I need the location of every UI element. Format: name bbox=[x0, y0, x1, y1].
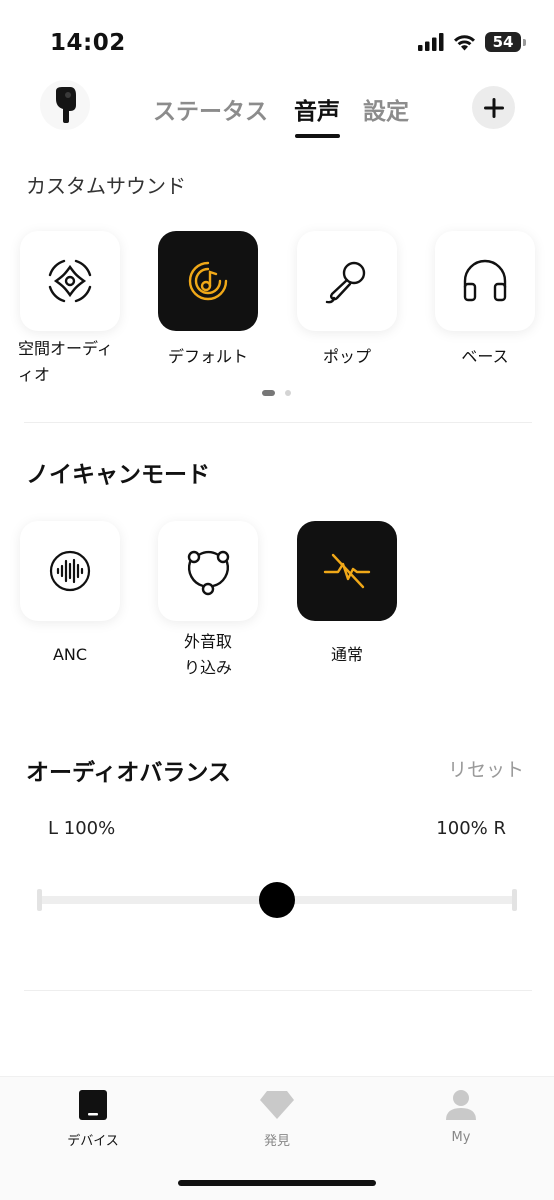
music-disc-icon bbox=[188, 261, 228, 301]
signal-icon bbox=[418, 33, 444, 51]
earbud-icon bbox=[56, 87, 76, 123]
nav-item-my[interactable]: My bbox=[421, 1088, 501, 1152]
plus-icon bbox=[483, 97, 504, 118]
diamond-icon bbox=[260, 1091, 294, 1119]
headphones-icon bbox=[463, 259, 507, 302]
section-divider bbox=[24, 422, 532, 423]
preset-spatial-audio[interactable] bbox=[20, 231, 120, 331]
mode-anc[interactable] bbox=[20, 521, 120, 621]
preset-label-spatial: 空間オーディ ィオ bbox=[18, 336, 122, 388]
microphone-icon bbox=[325, 261, 366, 304]
balance-left-label: L 100% bbox=[48, 818, 116, 839]
audio-balance-title: オーディオバランス bbox=[26, 760, 231, 786]
page-indicator-active bbox=[262, 390, 275, 396]
mode-label-line: り込み bbox=[183, 658, 232, 677]
spatial-audio-icon bbox=[48, 259, 92, 303]
preset-bass[interactable] bbox=[435, 231, 535, 331]
tab-active-underline bbox=[295, 134, 340, 138]
tab-status[interactable]: ステータス bbox=[153, 92, 268, 126]
person-icon bbox=[446, 1090, 476, 1120]
transparency-icon bbox=[187, 550, 230, 596]
preset-pop[interactable] bbox=[297, 231, 397, 331]
balance-slider-thumb[interactable] bbox=[259, 882, 295, 918]
wifi-icon bbox=[454, 35, 475, 51]
preset-label-default: デフォルト bbox=[167, 347, 248, 366]
custom-sound-title: カスタムサウンド bbox=[26, 174, 186, 198]
soundwave-icon bbox=[49, 550, 91, 592]
balance-right-label: 100% R bbox=[436, 818, 506, 839]
preset-default[interactable] bbox=[158, 231, 258, 331]
mode-label-transparency: 外音取 り込み bbox=[148, 629, 268, 681]
balance-slider-right-cap bbox=[512, 889, 517, 911]
nav-label-discover: 発見 bbox=[263, 1134, 290, 1149]
add-device-button[interactable] bbox=[472, 86, 515, 129]
nav-item-discover[interactable]: 発見 bbox=[237, 1088, 317, 1152]
preset-label-line: 空間オーディ bbox=[18, 339, 113, 358]
status-icons: 54 bbox=[418, 32, 526, 52]
battery-indicator: 54 bbox=[485, 32, 521, 52]
mode-label-normal: 通常 bbox=[330, 645, 363, 664]
section-divider bbox=[24, 990, 532, 991]
balance-slider-left-cap bbox=[37, 889, 42, 911]
normal-mode-icon bbox=[323, 553, 371, 589]
reset-button[interactable]: リセット bbox=[448, 755, 524, 782]
anc-mode-title: ノイキャンモード bbox=[26, 462, 210, 488]
mode-label-anc: ANC bbox=[52, 645, 88, 664]
mode-normal[interactable] bbox=[297, 521, 397, 621]
nav-label-device: デバイス bbox=[67, 1134, 119, 1149]
preset-label-pop: ポップ bbox=[322, 347, 371, 366]
tab-settings[interactable]: 設定 bbox=[363, 92, 409, 126]
page-indicator bbox=[285, 390, 291, 396]
home-indicator[interactable] bbox=[178, 1180, 376, 1186]
tab-audio[interactable]: 音声 bbox=[294, 92, 340, 126]
nav-label-my: My bbox=[451, 1130, 471, 1145]
mode-transparency[interactable] bbox=[158, 521, 258, 621]
preset-label-bass: ベース bbox=[461, 347, 509, 366]
device-avatar[interactable] bbox=[40, 80, 90, 130]
battery-tip bbox=[523, 38, 526, 46]
nav-item-device[interactable]: デバイス bbox=[53, 1088, 133, 1152]
mode-label-line: 外音取 bbox=[183, 632, 232, 651]
device-icon bbox=[79, 1090, 107, 1120]
status-time: 14:02 bbox=[50, 30, 126, 56]
preset-label-line: ィオ bbox=[18, 365, 51, 384]
